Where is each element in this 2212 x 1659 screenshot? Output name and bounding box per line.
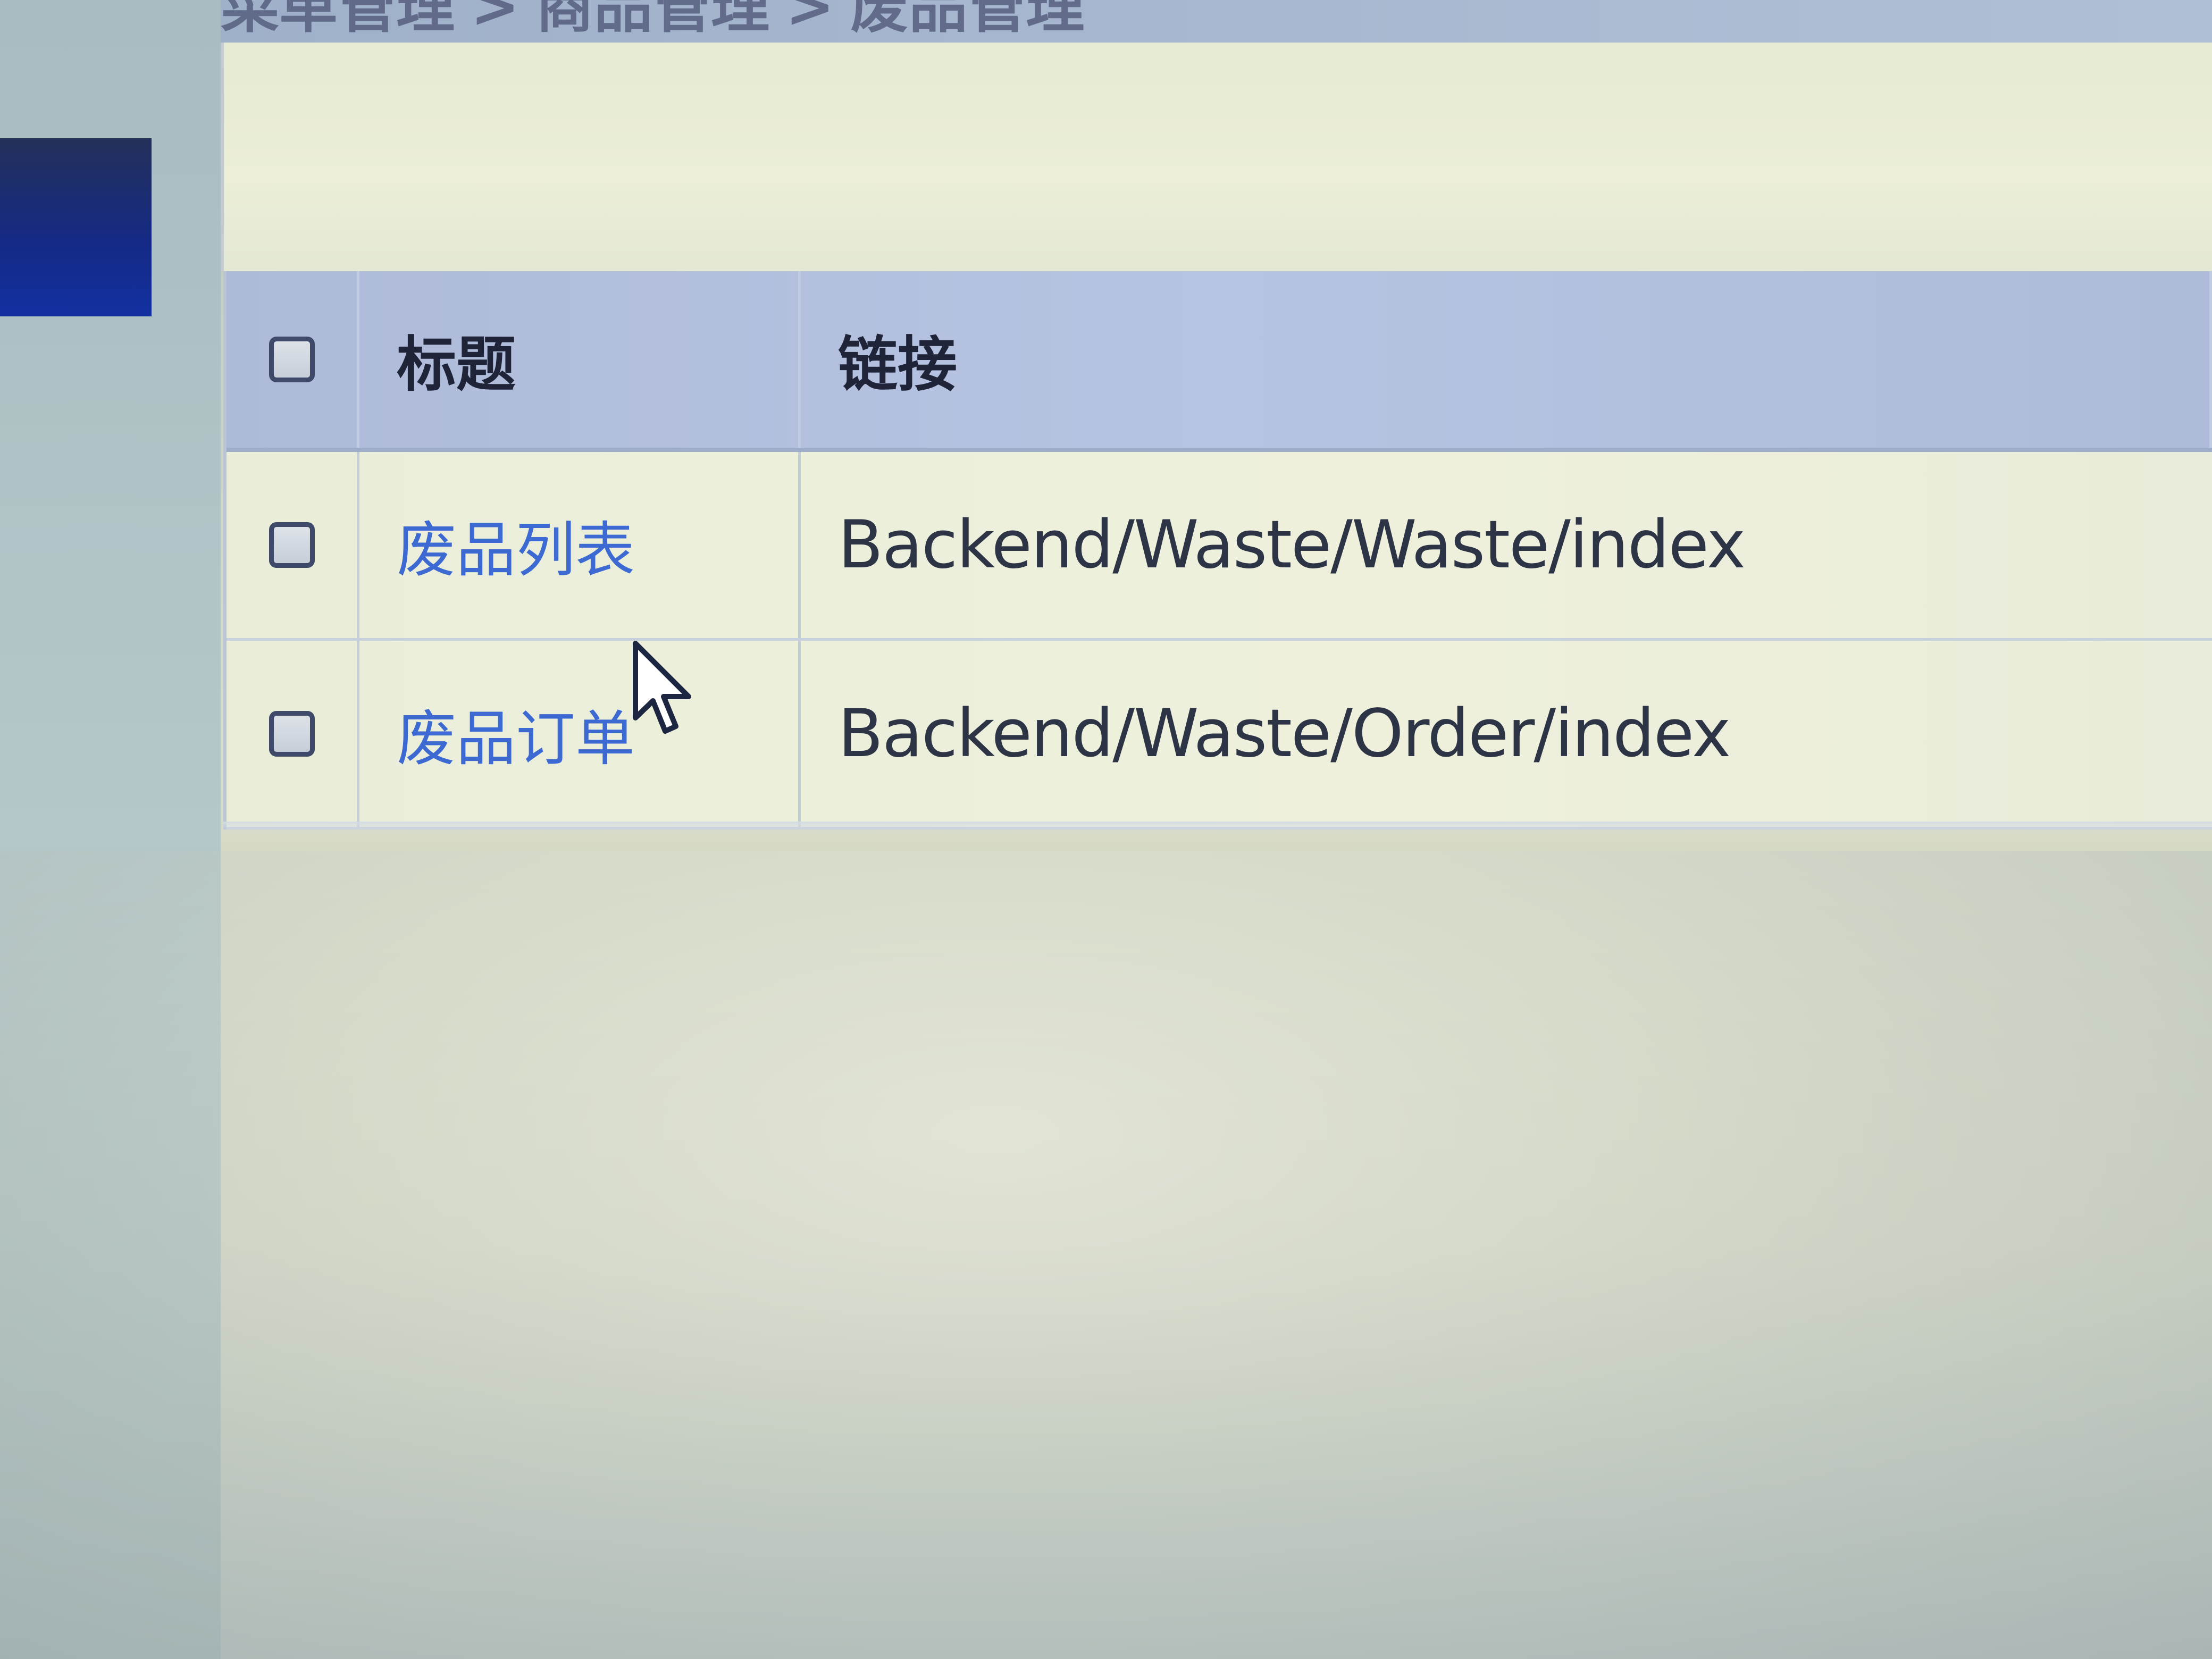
- row-title-link[interactable]: 废品订单: [397, 691, 635, 777]
- header-title-cell: 标题: [359, 271, 801, 448]
- row-checkbox[interactable]: [269, 711, 315, 757]
- toolbar-area: [221, 43, 2212, 271]
- row-check-cell: [227, 641, 359, 827]
- breadcrumb-bar: 菜单管理 > 商品管理 > 废品管理: [221, 0, 2212, 43]
- breadcrumb-item-menu[interactable]: 菜单管理: [221, 0, 455, 40]
- menu-table: 标题 链接 废品列表 Backend/Waste/Waste/index 废品订…: [223, 271, 2212, 830]
- row-link-cell: Backend/Waste/Waste/index: [801, 452, 2212, 638]
- select-all-checkbox[interactable]: [269, 337, 315, 382]
- breadcrumb-item-goods[interactable]: 商品管理: [535, 0, 769, 40]
- header-link-cell: 链接: [801, 271, 2212, 448]
- table-row: 废品列表 Backend/Waste/Waste/index: [227, 452, 2212, 641]
- table-header-row: 标题 链接: [227, 271, 2212, 452]
- column-header-link: 链接: [838, 330, 957, 399]
- row-link-value: Backend/Waste/Waste/index: [838, 507, 1746, 583]
- column-header-title: 标题: [397, 330, 516, 399]
- sidebar: [0, 0, 221, 1659]
- row-checkbox[interactable]: [269, 522, 315, 568]
- table-row: 废品订单 Backend/Waste/Order/index: [227, 641, 2212, 830]
- row-title-cell: 废品列表: [359, 452, 801, 638]
- sidebar-active-item[interactable]: [0, 138, 152, 316]
- row-title-link[interactable]: 废品列表: [397, 502, 635, 588]
- breadcrumb-separator: >: [471, 0, 520, 40]
- row-title-cell: 废品订单: [359, 641, 801, 827]
- breadcrumb-item-waste: 废品管理: [850, 0, 1085, 40]
- table-bottom-edge: [223, 822, 2212, 831]
- header-check-cell: [227, 271, 359, 448]
- breadcrumb-separator: >: [785, 0, 835, 40]
- row-check-cell: [227, 452, 359, 638]
- breadcrumb: 菜单管理 > 商品管理 > 废品管理: [221, 0, 1084, 43]
- screen-glare: [0, 851, 2212, 1659]
- row-link-value: Backend/Waste/Order/index: [838, 696, 1731, 772]
- row-link-cell: Backend/Waste/Order/index: [801, 641, 2212, 827]
